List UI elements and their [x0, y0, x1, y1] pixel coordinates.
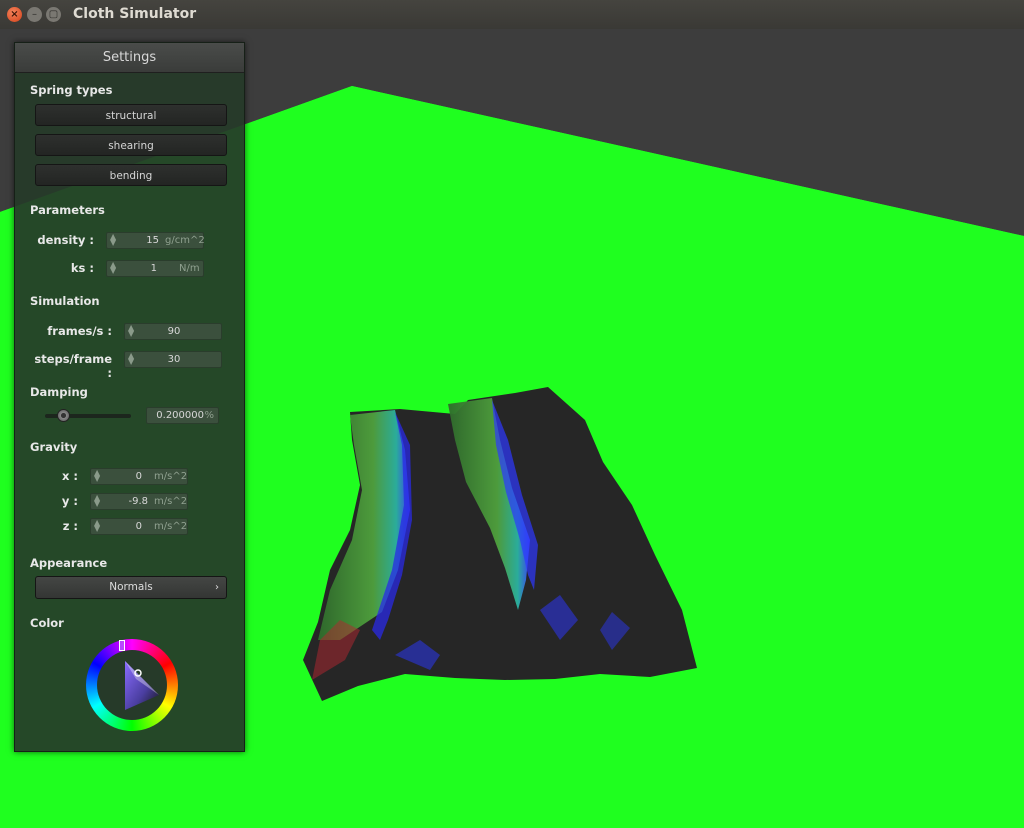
spin-arrows-icon[interactable]: ▲ ▼: [110, 261, 116, 275]
steps-value: 30: [167, 354, 181, 365]
gravity-z-field[interactable]: ▲ ▼ 0 m/s^2: [90, 518, 188, 535]
ks-field[interactable]: ▲ ▼ 1 N/m: [106, 260, 204, 277]
gravity-x-value: 0: [135, 471, 142, 482]
close-button[interactable]: ×: [7, 7, 22, 22]
appearance-heading: Appearance: [30, 556, 108, 570]
gravity-y-value: -9.8: [128, 496, 148, 507]
steps-field[interactable]: ▲ ▼ 30: [124, 351, 222, 368]
damping-value: 0.200000: [156, 410, 204, 421]
damping-unit: %: [204, 410, 214, 421]
damping-heading: Damping: [30, 385, 88, 399]
gravity-x-field[interactable]: ▲ ▼ 0 m/s^2: [90, 468, 188, 485]
ks-label: ks :: [70, 261, 94, 275]
chevron-right-icon: ›: [215, 582, 219, 593]
damping-field[interactable]: 0.200000 %: [146, 407, 219, 424]
appearance-selected: Normals: [109, 581, 153, 593]
hue-marker[interactable]: [119, 640, 125, 651]
gravity-z-value: 0: [135, 521, 142, 532]
spin-arrows-icon[interactable]: ▲ ▼: [94, 469, 100, 483]
fps-value: 90: [167, 326, 181, 337]
color-wheel[interactable]: [86, 639, 178, 731]
settings-panel-title: Settings: [15, 43, 244, 73]
settings-panel: Settings Spring types structural shearin…: [14, 42, 245, 752]
density-unit: g/cm^2: [165, 235, 205, 246]
gravity-x-unit: m/s^2: [154, 471, 188, 482]
gravity-y-unit: m/s^2: [154, 496, 188, 507]
gravity-x-label: x :: [61, 469, 78, 483]
damping-slider-knob[interactable]: [57, 409, 70, 422]
gravity-y-label: y :: [61, 494, 78, 508]
fps-label: frames/s :: [47, 324, 112, 338]
spin-arrows-icon[interactable]: ▲ ▼: [94, 519, 100, 533]
color-heading: Color: [30, 616, 64, 630]
parameters-heading: Parameters: [30, 203, 105, 217]
density-field[interactable]: ▲ ▼ 15 g/cm^2: [106, 232, 205, 249]
window-title: Cloth Simulator: [73, 6, 197, 22]
density-value: 15: [146, 235, 159, 246]
spin-arrows-icon[interactable]: ▲ ▼: [94, 494, 100, 508]
steps-label: steps/frame :: [34, 352, 112, 380]
maximize-button[interactable]: ▢: [46, 7, 61, 22]
gravity-heading: Gravity: [30, 440, 78, 454]
shearing-button[interactable]: shearing: [35, 134, 227, 156]
simulation-heading: Simulation: [30, 294, 100, 308]
density-label: density :: [37, 233, 94, 247]
ks-unit: N/m: [179, 263, 200, 274]
structural-button[interactable]: structural: [35, 104, 227, 126]
ks-value: 1: [150, 263, 157, 274]
color-triangle[interactable]: [86, 639, 178, 731]
spring-types-heading: Spring types: [30, 83, 113, 97]
minimize-button[interactable]: –: [27, 7, 42, 22]
fps-field[interactable]: ▲ ▼ 90: [124, 323, 222, 340]
gravity-z-label: z :: [62, 519, 78, 533]
spin-arrows-icon[interactable]: ▲ ▼: [110, 233, 116, 247]
bending-button[interactable]: bending: [35, 164, 227, 186]
gravity-z-unit: m/s^2: [154, 521, 188, 532]
gravity-y-field[interactable]: ▲ ▼ -9.8 m/s^2: [90, 493, 188, 510]
title-bar: × – ▢ Cloth Simulator: [0, 0, 1024, 29]
appearance-dropdown[interactable]: Normals ›: [35, 576, 227, 599]
